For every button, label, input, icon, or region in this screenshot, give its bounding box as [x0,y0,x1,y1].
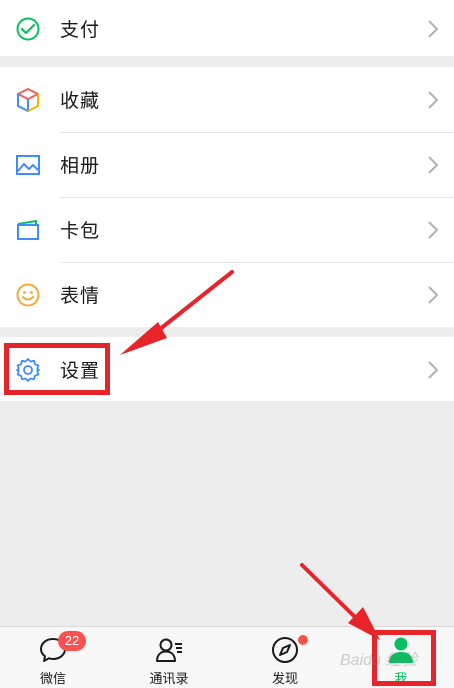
menu-item-label: 表情 [60,285,101,307]
cube-icon [14,86,42,114]
tab-chats[interactable]: 22 微信 [18,627,88,688]
menu-item-stickers[interactable]: 表情 [0,262,454,327]
tab-label: 微信 [39,672,66,687]
menu-item-favorites[interactable]: 收藏 [0,67,454,132]
tab-contacts[interactable]: 通讯录 [134,627,204,688]
menu-group-main: 收藏 相册 卡包 表情 [0,67,454,327]
chevron-right-icon [428,220,439,239]
tab-discover[interactable]: 发现 [250,627,320,688]
chevron-right-icon [428,19,439,38]
watermark: Baidu 经验 [340,652,418,669]
notification-dot [298,635,308,645]
smiley-icon [14,281,42,309]
settings-highlight-box [4,343,110,395]
menu-item-label: 相册 [60,155,101,177]
chevron-right-icon [428,155,439,174]
chevron-right-icon [428,285,439,304]
chevron-right-icon [428,90,439,109]
menu-item-pay[interactable]: 支付 [0,0,454,61]
unread-badge: 22 [58,631,86,651]
menu-group-pay: 支付 [0,0,454,56]
menu-item-label: 支付 [60,19,101,41]
card-icon [14,216,42,244]
compass-icon [272,637,298,663]
menu-item-label: 卡包 [60,220,101,242]
wallet-icon [14,15,42,43]
menu-item-label: 收藏 [60,90,101,112]
image-icon [14,151,42,179]
contacts-icon [156,638,182,662]
tab-label: 发现 [271,672,298,687]
chevron-right-icon [428,360,439,379]
tab-label: 通讯录 [149,672,189,687]
menu-item-album[interactable]: 相册 [0,132,454,197]
menu-item-cards[interactable]: 卡包 [0,197,454,262]
